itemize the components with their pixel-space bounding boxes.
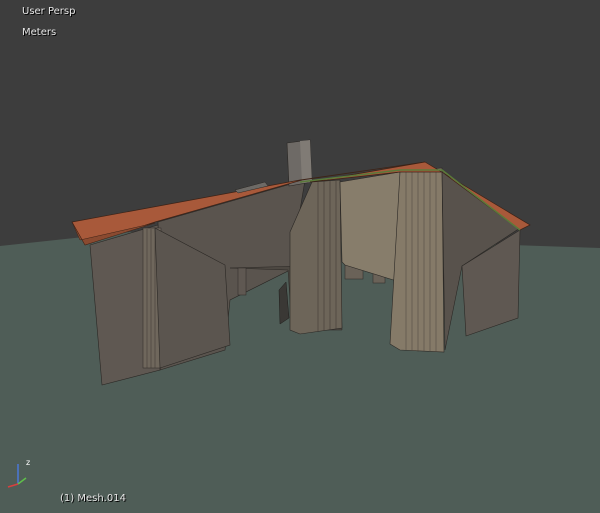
object-info-label: (1) Mesh.014: [60, 493, 126, 504]
3d-viewport[interactable]: User Persp Meters z (1) Mesh.014: [0, 0, 600, 513]
z-axis-label: z: [26, 458, 30, 467]
view-name-label: User Persp: [22, 6, 76, 17]
mesh-center-back-wall[interactable]: [339, 171, 401, 283]
scene-render[interactable]: [0, 0, 600, 513]
y-axis-line: [17, 477, 27, 485]
units-label: Meters: [22, 27, 57, 38]
axis-gizmo: z: [7, 458, 30, 488]
x-axis-line: [7, 483, 19, 488]
mesh-post-left[interactable]: [237, 267, 247, 296]
